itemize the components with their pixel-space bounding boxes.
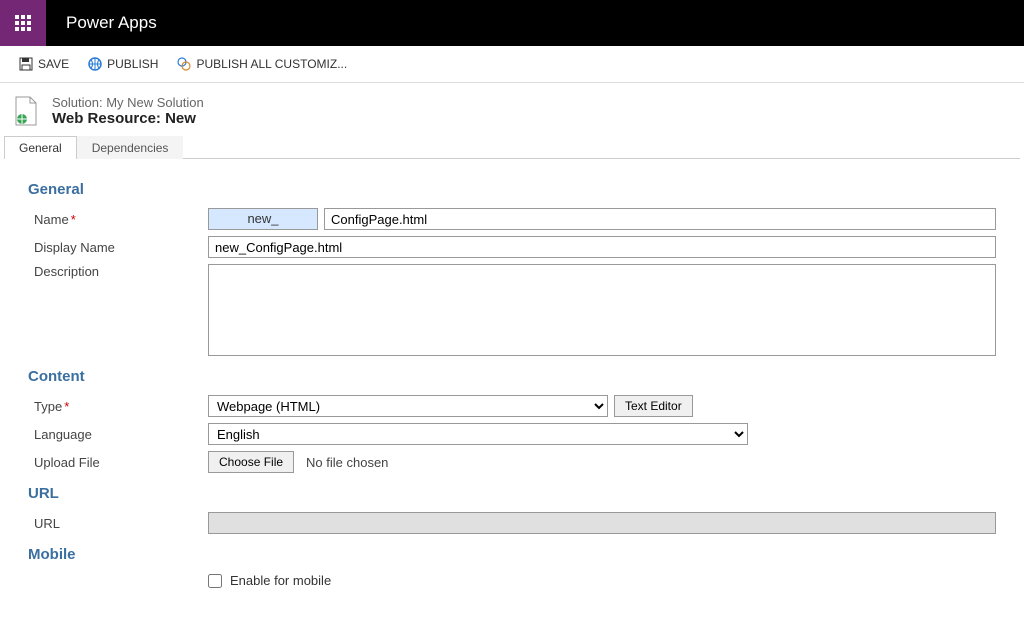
enable-mobile-checkbox[interactable] — [208, 574, 222, 588]
publish-all-icon — [176, 56, 192, 72]
enable-mobile-row[interactable]: Enable for mobile — [208, 573, 331, 588]
tab-dependencies[interactable]: Dependencies — [77, 136, 184, 159]
language-label: Language — [28, 427, 208, 442]
name-prefix: new_ — [208, 208, 318, 230]
entity-title: Web Resource: New — [52, 110, 204, 127]
publish-button[interactable]: PUBLISH — [87, 56, 158, 72]
save-button[interactable]: SAVE — [18, 56, 69, 72]
text-editor-button[interactable]: Text Editor — [614, 395, 693, 417]
display-name-input[interactable] — [208, 236, 996, 258]
file-status: No file chosen — [306, 455, 388, 470]
page-header: Solution: My New Solution Web Resource: … — [0, 83, 1024, 135]
form-general: General Name* new_ Display Name Descript… — [0, 159, 1024, 624]
display-name-label: Display Name — [28, 240, 208, 255]
name-label: Name* — [28, 212, 208, 227]
description-label: Description — [28, 264, 208, 279]
url-readonly — [208, 512, 996, 534]
tab-strip: General Dependencies — [4, 135, 1020, 159]
name-input[interactable] — [324, 208, 996, 230]
publish-all-label: PUBLISH ALL CUSTOMIZ... — [196, 57, 347, 71]
save-label: SAVE — [38, 57, 69, 71]
solution-label: Solution: My New Solution — [52, 95, 204, 110]
choose-file-button[interactable]: Choose File — [208, 451, 294, 473]
web-resource-icon — [12, 95, 40, 127]
upload-file-label: Upload File — [28, 455, 208, 470]
save-icon — [18, 56, 34, 72]
section-mobile-title: Mobile — [28, 546, 996, 563]
enable-mobile-label: Enable for mobile — [230, 573, 331, 588]
command-bar: SAVE PUBLISH PUBLISH ALL CUSTOMIZ... — [0, 46, 1024, 83]
section-url-title: URL — [28, 485, 996, 502]
url-label: URL — [28, 516, 208, 531]
publish-icon — [87, 56, 103, 72]
waffle-icon — [15, 15, 31, 31]
description-input[interactable] — [208, 264, 996, 356]
type-select[interactable]: Webpage (HTML) — [208, 395, 608, 417]
app-title: Power Apps — [66, 13, 157, 33]
global-header: Power Apps — [0, 0, 1024, 46]
section-general-title: General — [28, 181, 996, 198]
language-select[interactable]: English — [208, 423, 748, 445]
section-content-title: Content — [28, 368, 996, 385]
tab-general[interactable]: General — [4, 136, 77, 159]
publish-label: PUBLISH — [107, 57, 158, 71]
publish-all-button[interactable]: PUBLISH ALL CUSTOMIZ... — [176, 56, 347, 72]
type-label: Type* — [28, 399, 208, 414]
app-launcher-button[interactable] — [0, 0, 46, 46]
